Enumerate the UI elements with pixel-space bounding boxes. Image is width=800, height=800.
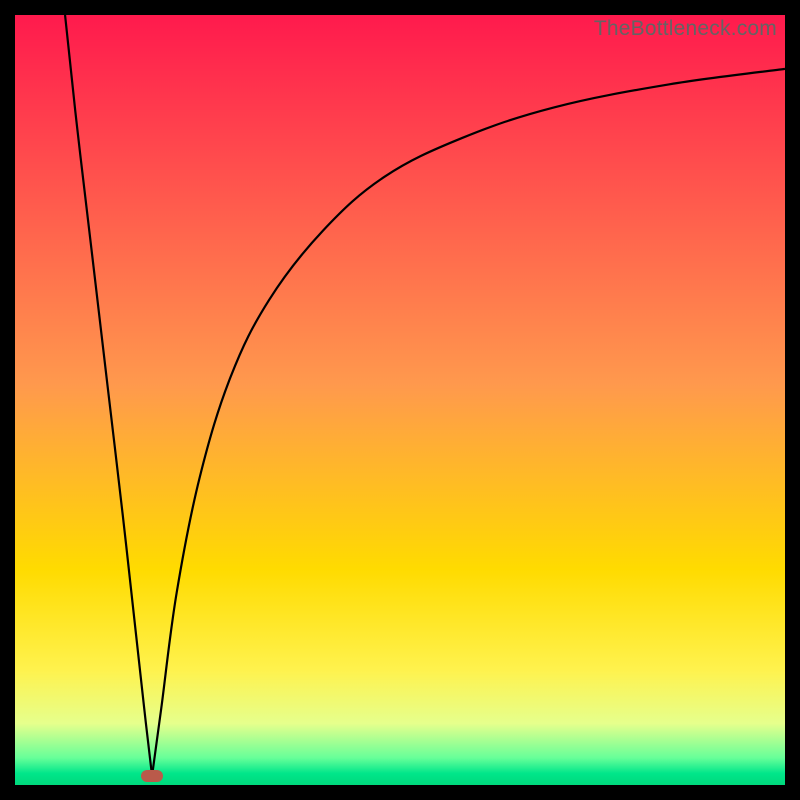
plot-area bbox=[15, 15, 785, 785]
plot-frame: TheBottleneck.com bbox=[15, 15, 785, 785]
watermark-text: TheBottleneck.com bbox=[594, 17, 777, 41]
minimum-marker bbox=[141, 770, 163, 782]
gradient-background bbox=[15, 15, 785, 785]
chart-canvas bbox=[15, 15, 785, 785]
